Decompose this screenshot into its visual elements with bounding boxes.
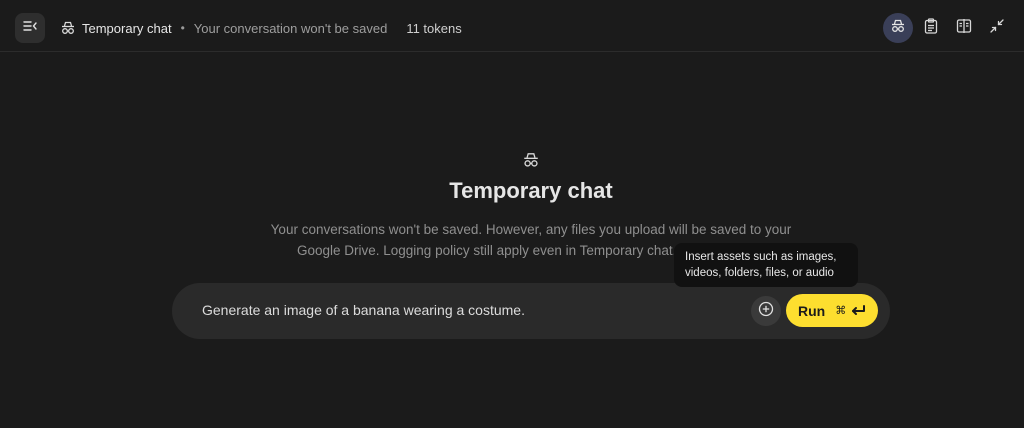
temporary-chat-toggle[interactable] (883, 13, 913, 43)
enter-icon (850, 304, 866, 317)
header-actions (880, 13, 1012, 43)
insert-assets-tooltip: Insert assets such as images, videos, fo… (674, 243, 858, 287)
clipboard-icon (924, 17, 938, 39)
plus-circle-icon (758, 301, 774, 322)
chat-subtitle: Your conversation won't be saved (193, 20, 388, 36)
page-title: Temporary chat (449, 178, 613, 203)
top-bar: Temporary chat • Your conversation won't… (0, 0, 1024, 52)
sidebar-toggle-icon (23, 19, 37, 37)
incognito-icon (60, 20, 76, 36)
chat-title: Temporary chat (82, 20, 172, 36)
compare-icon (956, 18, 972, 39)
command-key: ⌘ (835, 305, 847, 317)
prompt-composer[interactable]: Generate an image of a banana wearing a … (172, 283, 890, 339)
chat-header: Temporary chat • Your conversation won't… (60, 18, 462, 38)
prompt-input[interactable]: Generate an image of a banana wearing a … (202, 302, 525, 318)
collapse-button[interactable] (982, 13, 1012, 43)
token-count: 11 tokens (406, 20, 462, 36)
separator-dot: • (180, 21, 185, 35)
run-button[interactable]: Run ⌘ (786, 294, 878, 327)
menu-toggle-button[interactable] (15, 13, 45, 43)
insert-assets-button[interactable] (751, 296, 781, 326)
clipboard-button[interactable] (916, 13, 946, 43)
incognito-icon (521, 151, 541, 169)
collapse-icon (989, 18, 1005, 39)
compare-button[interactable] (949, 13, 979, 43)
incognito-icon (890, 18, 906, 39)
run-label: Run (798, 302, 826, 319)
